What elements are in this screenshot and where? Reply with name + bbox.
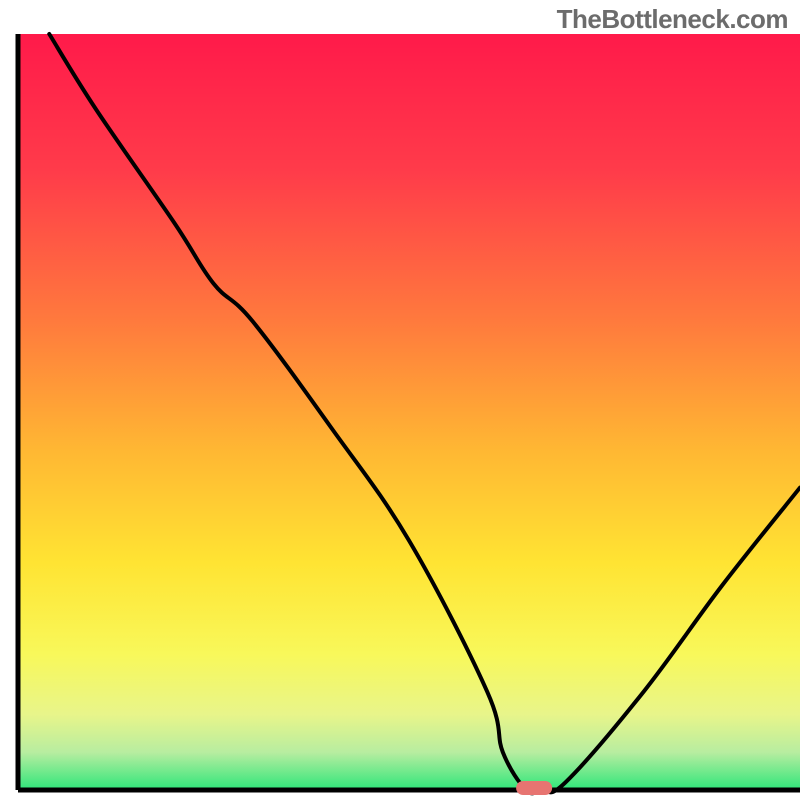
gradient-background	[18, 34, 800, 790]
chart-container: TheBottleneck.com	[0, 0, 800, 800]
watermark-text: TheBottleneck.com	[557, 4, 788, 35]
optimal-marker	[516, 781, 552, 795]
bottleneck-chart	[0, 0, 800, 800]
